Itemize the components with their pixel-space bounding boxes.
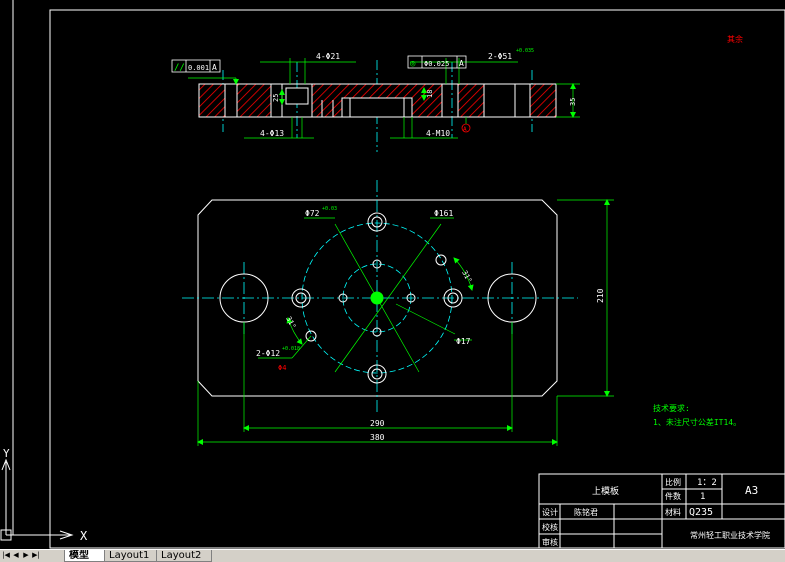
ucs-icon <box>0 458 74 541</box>
tab-model[interactable]: 模型 <box>64 550 108 562</box>
tb-checker-label: 校核 <box>542 522 558 532</box>
dim-pin-holes: 2-Φ12 <box>256 349 280 358</box>
tb-scale-value: 1：2 <box>697 478 717 488</box>
tb-qty-label: 件数 <box>665 491 681 501</box>
tb-part-name: 上模板 <box>592 485 619 497</box>
tb-designer-label: 设计 <box>542 507 558 517</box>
gdt-parallel-value: 0.001 <box>188 64 209 72</box>
dim-threads: 4-M10 <box>426 129 450 138</box>
gdt-position-value: Φ0.025 <box>424 60 449 68</box>
drawing-border <box>12 0 785 549</box>
tb-qty-value: 1 <box>700 492 705 502</box>
ucs-x-label: X <box>80 529 88 543</box>
tb-scale-label: 比例 <box>665 477 681 487</box>
tech-req-title: 技术要求: <box>653 403 690 413</box>
last-tab-button[interactable]: ▶| <box>32 551 40 560</box>
section-hatch-rightmid <box>457 83 485 118</box>
section-hatch-left <box>198 83 226 118</box>
tb-sheet-size: A3 <box>745 484 758 497</box>
gdt-parallel-symbol: // <box>174 63 185 73</box>
prev-tab-button[interactable]: ◀ <box>12 551 20 560</box>
dim-depth-mid: 18 <box>426 90 434 98</box>
section-view: // 0.001 A ◎ Φ0.025 A 4-Φ21 4-Φ13 2-Φ51 … <box>171 48 580 152</box>
dim-angle-right: 31° <box>460 269 473 284</box>
gdt-position-symbol: ◎ <box>410 59 416 69</box>
tb-material-label: 材料 <box>665 507 681 517</box>
red-mark: Φ4 <box>278 364 286 372</box>
tb-material-value: Q235 <box>689 507 713 518</box>
next-tab-button[interactable]: ▶ <box>22 551 30 560</box>
tb-school: 常州轻工职业技术学院 <box>690 530 770 540</box>
tab-layout1[interactable]: Layout1 <box>104 550 160 562</box>
first-tab-button[interactable]: |◀ <box>2 551 10 560</box>
dim-angle-left: 31° <box>284 315 297 330</box>
dim-center-hole: Φ17 <box>456 337 471 346</box>
dim-outer-width: 380 <box>370 433 385 442</box>
dim-inner-width: 290 <box>370 419 385 428</box>
cad-drawing-canvas[interactable]: 其余 // 0.001 A ◎ Φ0.025 A 4-Φ21 4-Φ13 2-Φ… <box>0 0 785 561</box>
dim-pcd-large: Φ72 <box>305 209 320 218</box>
section-hatch-leftmid <box>236 83 272 118</box>
dim-pcd-outer: Φ161 <box>434 209 453 218</box>
dim-pin-holes-tol: +0.018 <box>282 346 300 352</box>
layout-tab-bar: |◀ ◀ ▶ ▶| 模型 Layout1 Layout2 <box>0 549 785 562</box>
title-block: 上模板 比例 1：2 件数 1 A3 材料 Q235 设计 陈铭君 校核 审核 … <box>538 473 785 549</box>
gdt-parallel-datum: A <box>212 63 217 72</box>
tech-req-item1: 1、未注尺寸公差IT14。 <box>653 417 741 427</box>
dim-thickness: 35 <box>569 98 577 106</box>
plan-view: Φ72 +0.03 Φ161 31° 31° 2-Φ12 +0.018 Φ17 … <box>182 180 614 446</box>
dim-depth-left: 25 <box>272 94 280 102</box>
dim-bottom-holes: 4-Φ13 <box>260 129 284 138</box>
gdt-position-datum: A <box>459 59 464 68</box>
tab-layout2[interactable]: Layout2 <box>156 550 212 562</box>
section-hatch-right <box>529 83 557 118</box>
tb-approver-label: 审核 <box>542 537 558 547</box>
tb-designer-name: 陈铭君 <box>574 507 598 517</box>
dim-pins: 2-Φ51 <box>488 52 512 61</box>
ucs-y-label: Y <box>3 447 10 460</box>
dim-height: 210 <box>596 288 605 303</box>
dim-top-holes: 4-Φ21 <box>316 52 340 61</box>
datum-mark-label: A <box>463 126 467 133</box>
dim-pcd-large-tol: +0.03 <box>322 206 337 212</box>
dim-pins-tol: +0.035 <box>516 48 534 54</box>
corner-note: 其余 <box>727 34 743 44</box>
